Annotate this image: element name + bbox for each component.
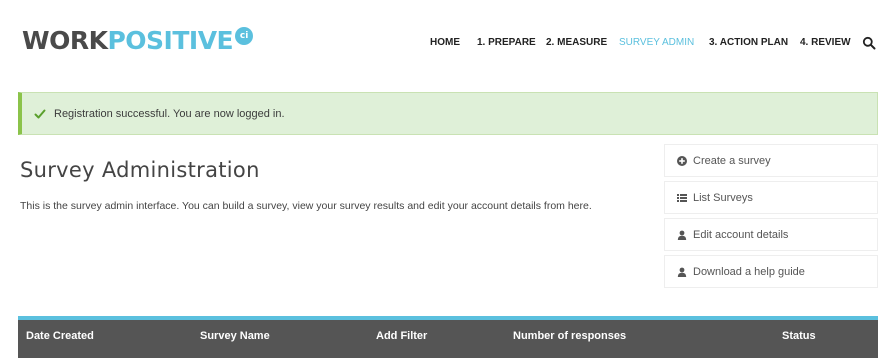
column-date-created[interactable]: Date Created <box>26 330 94 342</box>
list-surveys-link[interactable]: List Surveys <box>664 181 878 214</box>
workpositive-logo[interactable]: WORK POSITIVE ci <box>22 26 254 56</box>
list-surveys-label: List Surveys <box>693 191 753 204</box>
site-header: WORK POSITIVE ci HOME 1. PREPARE 2. MEAS… <box>0 0 888 80</box>
list-icon <box>677 193 687 202</box>
user-icon <box>677 230 687 240</box>
admin-side-menu: Create a survey List Surveys Edit accoun… <box>664 144 878 292</box>
logo-text-positive: POSITIVE <box>107 26 234 55</box>
user-icon <box>677 267 687 277</box>
check-icon <box>34 109 46 118</box>
logo-text-work: WORK <box>22 26 108 55</box>
column-add-filter[interactable]: Add Filter <box>376 330 427 342</box>
page-description: This is the survey admin interface. You … <box>20 200 592 212</box>
create-survey-link[interactable]: Create a survey <box>664 144 878 177</box>
plus-circle-icon <box>677 155 687 166</box>
column-survey-name[interactable]: Survey Name <box>200 330 270 342</box>
logo-ci-badge: ci <box>235 27 254 45</box>
success-alert: Registration successful. You are now log… <box>18 92 878 135</box>
page-title: Survey Administration <box>20 158 260 182</box>
create-survey-label: Create a survey <box>693 154 771 167</box>
search-icon[interactable] <box>862 36 876 50</box>
nav-prepare[interactable]: 1. PREPARE <box>477 36 536 50</box>
alert-message: Registration successful. You are now log… <box>54 107 285 120</box>
nav-home[interactable]: HOME <box>430 36 460 50</box>
edit-account-link[interactable]: Edit account details <box>664 218 878 251</box>
nav-survey-admin[interactable]: SURVEY ADMIN <box>619 36 694 50</box>
download-help-guide-label: Download a help guide <box>693 265 805 278</box>
column-status[interactable]: Status <box>782 330 816 342</box>
download-help-guide-link[interactable]: Download a help guide <box>664 255 878 288</box>
column-number-of-responses[interactable]: Number of responses <box>513 330 626 342</box>
surveys-table-header: Date Created Survey Name Add Filter Numb… <box>18 316 878 358</box>
nav-measure[interactable]: 2. MEASURE <box>546 36 607 50</box>
nav-review[interactable]: 4. REVIEW <box>800 36 851 50</box>
edit-account-label: Edit account details <box>693 228 789 241</box>
nav-action-plan[interactable]: 3. ACTION PLAN <box>709 36 788 50</box>
